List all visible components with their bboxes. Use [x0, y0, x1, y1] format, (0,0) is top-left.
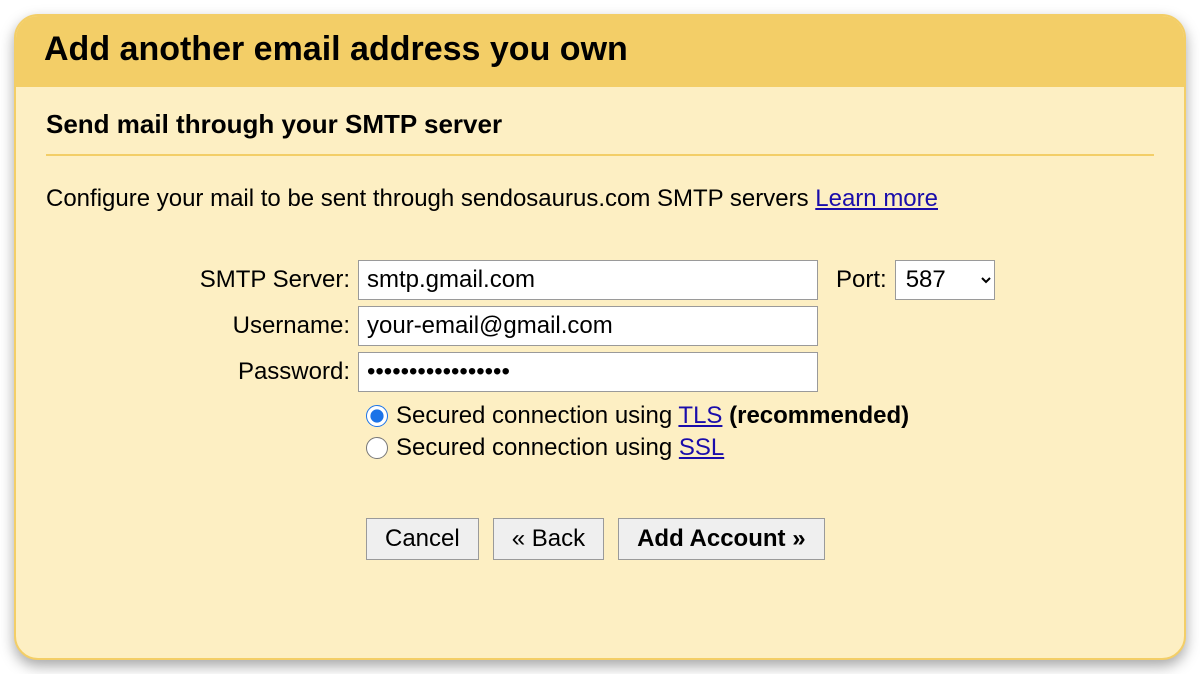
smtp-server-input[interactable]: [358, 260, 818, 300]
tls-link[interactable]: TLS: [678, 402, 722, 429]
dialog-description: Configure your mail to be sent through s…: [46, 182, 1154, 216]
tls-radio-label: Secured connection using TLS (recommende…: [396, 402, 909, 430]
tls-radio-row: Secured connection using TLS (recommende…: [366, 402, 1154, 430]
back-button[interactable]: « Back: [493, 518, 604, 560]
ssl-prefix-text: Secured connection using: [396, 434, 679, 461]
password-input[interactable]: [358, 352, 818, 392]
password-row: Password:: [46, 352, 1154, 392]
username-row: Username:: [46, 306, 1154, 346]
cancel-button[interactable]: Cancel: [366, 518, 479, 560]
port-group: Port: 587: [836, 260, 995, 300]
add-account-button[interactable]: Add Account »: [618, 518, 824, 560]
tls-recommended-text: (recommended): [722, 402, 909, 429]
description-text: Configure your mail to be sent through s…: [46, 185, 815, 212]
button-row: Cancel « Back Add Account »: [366, 518, 1154, 560]
tls-radio[interactable]: [366, 405, 388, 427]
ssl-radio-row: Secured connection using SSL: [366, 434, 1154, 462]
dialog-header: Add another email address you own: [16, 16, 1184, 87]
dialog-subheading: Send mail through your SMTP server: [46, 109, 1154, 140]
password-label: Password:: [46, 358, 358, 386]
port-select[interactable]: 587: [895, 260, 995, 300]
divider: [46, 154, 1154, 156]
port-label: Port:: [836, 266, 895, 294]
smtp-server-label: SMTP Server:: [46, 266, 358, 294]
dialog-title: Add another email address you own: [44, 30, 1156, 69]
smtp-server-row: SMTP Server: Port: 587: [46, 260, 1154, 300]
dialog-body: Send mail through your SMTP server Confi…: [16, 87, 1184, 590]
username-label: Username:: [46, 312, 358, 340]
ssl-link[interactable]: SSL: [679, 434, 724, 461]
tls-prefix-text: Secured connection using: [396, 402, 678, 429]
ssl-radio-label: Secured connection using SSL: [396, 434, 724, 462]
username-input[interactable]: [358, 306, 818, 346]
add-email-dialog: Add another email address you own Send m…: [14, 14, 1186, 660]
learn-more-link[interactable]: Learn more: [815, 185, 938, 212]
ssl-radio[interactable]: [366, 437, 388, 459]
